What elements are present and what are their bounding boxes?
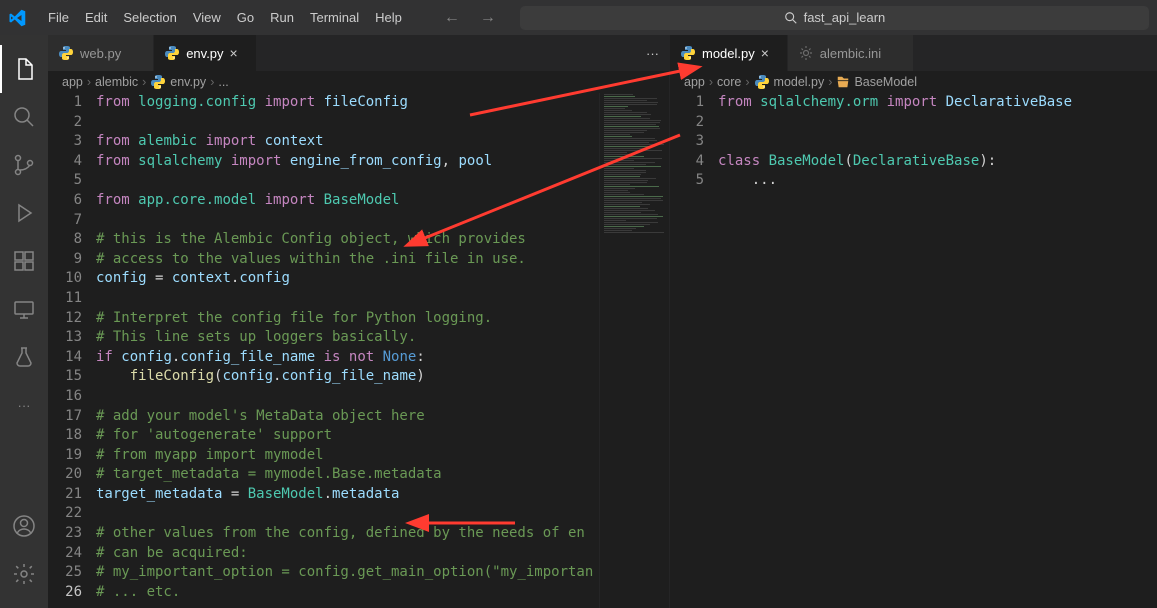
menu-edit[interactable]: Edit	[77, 6, 115, 29]
tab-model-py[interactable]: model.py×	[670, 35, 788, 71]
settings-icon[interactable]	[0, 550, 48, 598]
nav-forward-icon[interactable]: →	[480, 9, 496, 27]
accounts-icon[interactable]	[0, 502, 48, 550]
search-icon	[784, 11, 798, 25]
vscode-logo-icon	[8, 9, 26, 27]
menubar: FileEditSelectionViewGoRunTerminalHelp	[40, 6, 410, 29]
search-text: fast_api_learn	[804, 10, 886, 25]
remote-icon[interactable]	[0, 285, 48, 333]
command-center[interactable]: fast_api_learn	[520, 6, 1149, 30]
activitybar: ···	[0, 35, 48, 608]
menu-help[interactable]: Help	[367, 6, 410, 29]
menu-go[interactable]: Go	[229, 6, 262, 29]
menu-view[interactable]: View	[185, 6, 229, 29]
tab-web-py[interactable]: web.py	[48, 35, 154, 71]
titlebar: FileEditSelectionViewGoRunTerminalHelp ←…	[0, 0, 1157, 35]
editor-area: web.pyenv.py×··· app›alembic›env.py›... …	[48, 35, 1157, 608]
tab-alembic-ini[interactable]: alembic.ini	[788, 35, 914, 71]
menu-run[interactable]: Run	[262, 6, 302, 29]
nav-back-icon[interactable]: ←	[444, 9, 460, 27]
close-icon[interactable]: ×	[761, 45, 777, 61]
testing-icon[interactable]	[0, 333, 48, 381]
nav-arrows: ← →	[444, 9, 496, 27]
minimap[interactable]	[599, 93, 669, 608]
code-right[interactable]: 12345 from sqlalchemy.orm import Declara…	[670, 93, 1157, 608]
menu-selection[interactable]: Selection	[115, 6, 184, 29]
editor-group-1: web.pyenv.py×··· app›alembic›env.py›... …	[48, 35, 670, 608]
breadcrumb-right[interactable]: app›core›model.py›BaseModel	[670, 71, 1157, 93]
close-icon[interactable]: ×	[230, 45, 246, 61]
tabs-right: model.py×alembic.ini	[670, 35, 1157, 71]
search-icon[interactable]	[0, 93, 48, 141]
tab-env-py[interactable]: env.py×	[154, 35, 256, 71]
explorer-icon[interactable]	[0, 45, 48, 93]
editor-group-2: model.py×alembic.ini app›core›model.py›B…	[670, 35, 1157, 608]
more-icon[interactable]: ···	[0, 381, 48, 429]
run-debug-icon[interactable]	[0, 189, 48, 237]
breadcrumb-left[interactable]: app›alembic›env.py›...	[48, 71, 669, 93]
tab-overflow-icon[interactable]: ···	[636, 35, 669, 71]
menu-file[interactable]: File	[40, 6, 77, 29]
source-control-icon[interactable]	[0, 141, 48, 189]
tabs-left: web.pyenv.py× ···	[48, 35, 669, 71]
code-left[interactable]: 1234567891011121314151617181920212223242…	[48, 93, 669, 608]
menu-terminal[interactable]: Terminal	[302, 6, 367, 29]
extensions-icon[interactable]	[0, 237, 48, 285]
